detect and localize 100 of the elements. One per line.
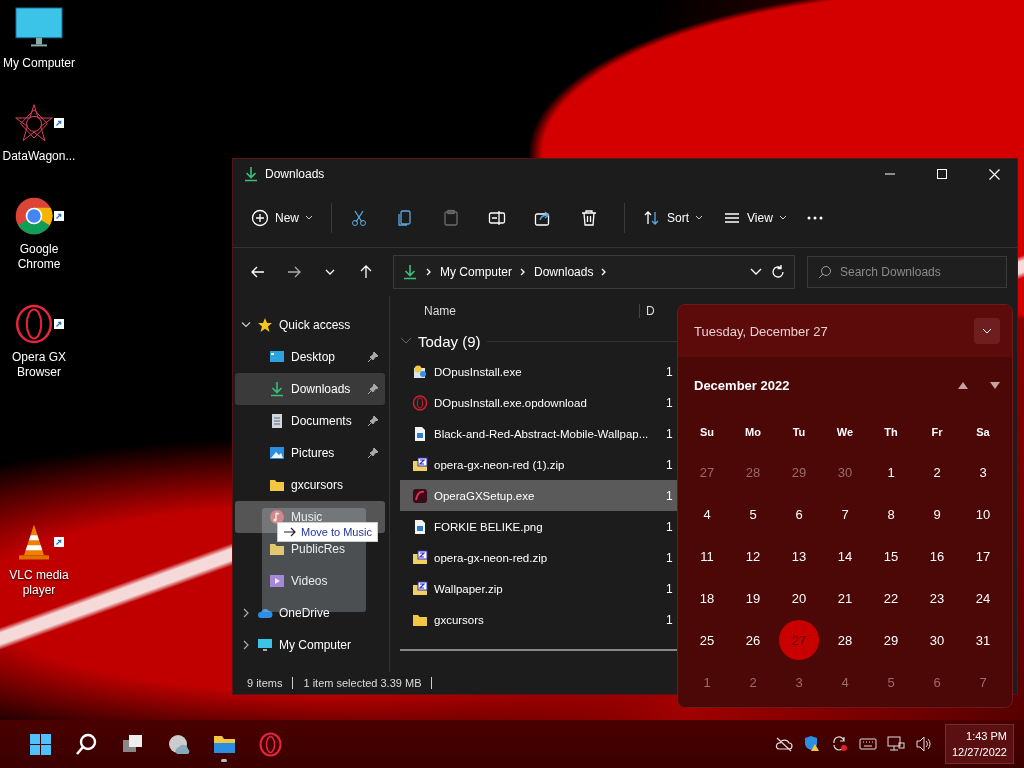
desktop-icon xyxy=(269,349,285,365)
month-title[interactable]: December 2022 xyxy=(694,377,936,393)
speaker-icon[interactable] xyxy=(914,735,933,753)
file-name: Wallpaper.zip xyxy=(434,582,504,595)
calendar-day[interactable]: 1 xyxy=(868,451,914,493)
calendar-day[interactable]: 8 xyxy=(868,493,914,535)
calendar-day[interactable]: 20 xyxy=(776,577,822,619)
calendar-day[interactable]: 1 xyxy=(684,661,730,703)
file-row[interactable]: Black-and-Red-Abstract-Mobile-Wallpap... 1 xyxy=(400,418,683,449)
calendar-day[interactable]: 7 xyxy=(960,661,1006,703)
calendar-day[interactable]: 14 xyxy=(822,535,868,577)
nav-item[interactable]: gxcursors xyxy=(235,469,385,501)
calendar-day[interactable]: 5 xyxy=(730,493,776,535)
calendar-day[interactable]: 30 xyxy=(914,619,960,661)
file-name: gxcursors xyxy=(434,613,485,626)
calendar-day[interactable]: 10 xyxy=(960,493,1006,535)
next-month-button[interactable] xyxy=(990,381,1000,389)
calendar-day[interactable]: 27 xyxy=(684,451,730,493)
calendar-day[interactable]: 24 xyxy=(960,577,1006,619)
clock-button[interactable]: 1:43 PM 12/27/2022 xyxy=(944,724,1014,764)
folder-icon xyxy=(269,541,285,557)
desktop-shortcut[interactable]: Opera GX Browser xyxy=(0,300,78,380)
copy-icon xyxy=(396,209,414,227)
sort-button[interactable]: Sort xyxy=(635,201,712,235)
desktop-shortcut[interactable]: VLC media player xyxy=(0,518,78,598)
file-name: DOpusInstall.exe xyxy=(434,365,523,378)
nav-item[interactable]: OneDrive xyxy=(235,597,385,629)
new-button[interactable]: New xyxy=(243,201,321,235)
calendar-day[interactable]: 19 xyxy=(730,577,776,619)
file-row[interactable]: FORKIE BELIKE.png 1 xyxy=(400,511,683,542)
column-header[interactable]: D xyxy=(640,304,655,318)
chevron-down-icon[interactable] xyxy=(750,268,762,276)
calendar-day[interactable]: 28 xyxy=(730,451,776,493)
calendar-day[interactable]: 5 xyxy=(868,661,914,703)
calendar-day[interactable]: 26 xyxy=(730,619,776,661)
calendar-day[interactable]: 29 xyxy=(868,619,914,661)
column-header[interactable]: Name xyxy=(400,304,640,318)
shield-warning-icon[interactable] xyxy=(802,735,821,753)
table-cell: 1 xyxy=(666,519,673,534)
calendar-day[interactable]: 13 xyxy=(776,535,822,577)
table-cell: 1 xyxy=(666,488,673,503)
desktop-shortcut[interactable]: DataWagon... xyxy=(0,99,78,164)
address-bar[interactable]: My Computer Downloads xyxy=(393,255,795,289)
search-field[interactable]: Search Downloads xyxy=(807,256,1007,288)
calendar-day[interactable]: 2 xyxy=(914,451,960,493)
calendar-day[interactable]: 6 xyxy=(776,493,822,535)
scissors-icon xyxy=(350,209,368,227)
calendar-day[interactable]: 11 xyxy=(684,535,730,577)
nav-item[interactable]: Documents xyxy=(235,405,385,437)
nav-item[interactable]: Downloads xyxy=(235,373,385,405)
breadcrumb-item[interactable]: My Computer xyxy=(440,265,513,279)
file-row[interactable]: Wallpaper.zip 1 xyxy=(400,573,683,604)
calendar-day[interactable]: 2 xyxy=(730,661,776,703)
file-row[interactable]: opera-gx-neon-red (1).zip 1 xyxy=(400,449,683,480)
calendar-day[interactable]: 28 xyxy=(822,619,868,661)
nav-item[interactable]: Desktop xyxy=(235,341,385,373)
file-row[interactable]: opera-gx-neon-red.zip 1 xyxy=(400,542,683,573)
calendar-day[interactable]: 31 xyxy=(960,619,1006,661)
cloud-off-icon[interactable] xyxy=(774,735,793,753)
chevron-down-icon xyxy=(982,328,992,334)
keyboard-icon[interactable] xyxy=(858,735,877,753)
nav-item[interactable]: Pictures xyxy=(235,437,385,469)
breadcrumb-item[interactable]: Downloads xyxy=(534,265,594,279)
network-monitor-icon[interactable] xyxy=(886,735,905,753)
calendar-day[interactable]: 3 xyxy=(776,661,822,703)
calendar-day[interactable]: 22 xyxy=(868,577,914,619)
calendar-day[interactable]: 16 xyxy=(914,535,960,577)
clipboard-icon xyxy=(442,209,460,227)
desktop-icon-label: Google Chrome xyxy=(16,242,62,272)
file-row[interactable]: gxcursors 1 xyxy=(400,604,683,635)
nav-item[interactable]: My Computer xyxy=(235,629,385,661)
nav-item[interactable]: Quick access xyxy=(235,309,385,341)
refresh-icon[interactable] xyxy=(770,264,786,280)
calendar-day[interactable]: 9 xyxy=(914,493,960,535)
calendar-day[interactable]: 30 xyxy=(822,451,868,493)
chevron-right-icon xyxy=(426,268,432,276)
sync-icon[interactable] xyxy=(830,735,849,753)
calendar-day[interactable]: 7 xyxy=(822,493,868,535)
file-name: opera-gx-neon-red.zip xyxy=(434,551,549,564)
calendar-day[interactable]: 6 xyxy=(914,661,960,703)
calendar-day[interactable]: 21 xyxy=(822,577,868,619)
calendar-day[interactable]: 25 xyxy=(684,619,730,661)
calendar-day[interactable]: 4 xyxy=(684,493,730,535)
calendar-day[interactable]: 4 xyxy=(822,661,868,703)
calendar-day[interactable]: 29 xyxy=(776,451,822,493)
calendar-day[interactable]: 18 xyxy=(684,577,730,619)
file-row[interactable]: DOpusInstall.exe 1 xyxy=(400,356,683,387)
calendar-day[interactable]: 23 xyxy=(914,577,960,619)
desktop-shortcut[interactable]: Google Chrome xyxy=(0,192,78,272)
file-row[interactable]: DOpusInstall.exe.opdownload 1 xyxy=(400,387,683,418)
previous-month-button[interactable] xyxy=(958,381,968,389)
calendar-day[interactable]: 3 xyxy=(960,451,1006,493)
nav-item[interactable]: Videos xyxy=(235,565,385,597)
view-button[interactable]: View xyxy=(715,201,795,235)
group-header[interactable]: Today (9) xyxy=(418,332,481,350)
calendar-day[interactable]: 15 xyxy=(868,535,914,577)
desktop-shortcut[interactable]: My Computer xyxy=(0,6,78,71)
calendar-day[interactable]: 12 xyxy=(730,535,776,577)
calendar-day[interactable]: 17 xyxy=(960,535,1006,577)
image-file-icon xyxy=(412,425,428,442)
